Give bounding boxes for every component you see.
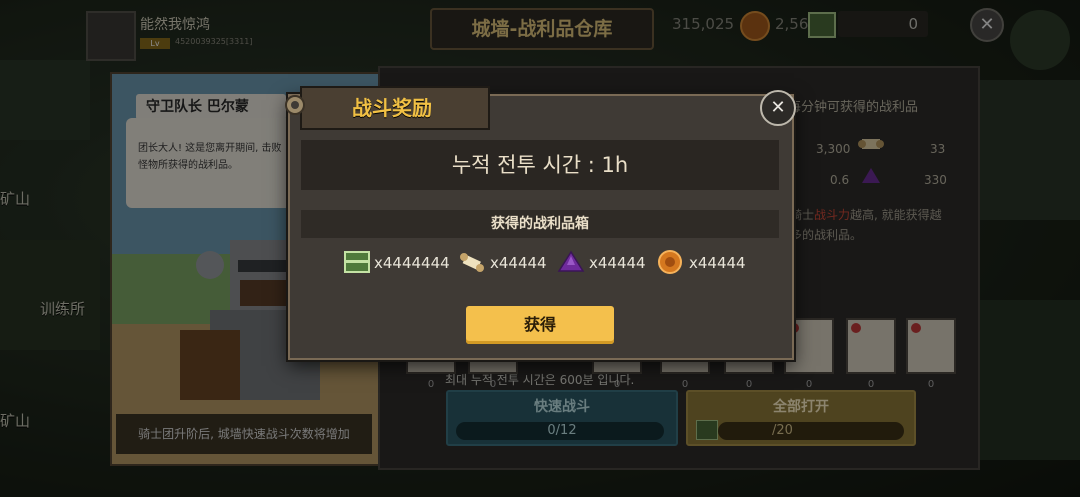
dialog-close-icon[interactable]: ✕ (760, 90, 796, 126)
item-count-gem: x44444 (589, 254, 646, 272)
claim-reward-button[interactable]: 获得 (466, 306, 614, 344)
dialog-title: 战斗奖励 (352, 96, 432, 120)
item-count-food: x44444 (689, 254, 746, 272)
purple-gem-icon (557, 250, 585, 272)
obtained-chests-header: 获得的战利品箱 (301, 210, 779, 238)
obtained-chests-title: 获得的战利品箱 (491, 216, 589, 232)
scroll-icon (460, 253, 484, 272)
rope-knot-icon (285, 95, 305, 115)
claim-reward-label: 获得 (523, 315, 556, 334)
dialog-title-tab: 战斗奖励 (300, 86, 490, 130)
accumulated-time-box: 누적 전투 시간 : 1h (301, 140, 779, 190)
food-coin-icon (658, 250, 682, 274)
accumulated-time-text: 누적 전투 시간 : 1h (451, 153, 629, 177)
item-count-chest: x4444444 (374, 254, 450, 272)
item-count-scroll: x44444 (490, 254, 547, 272)
treasure-chest-icon (344, 251, 370, 273)
